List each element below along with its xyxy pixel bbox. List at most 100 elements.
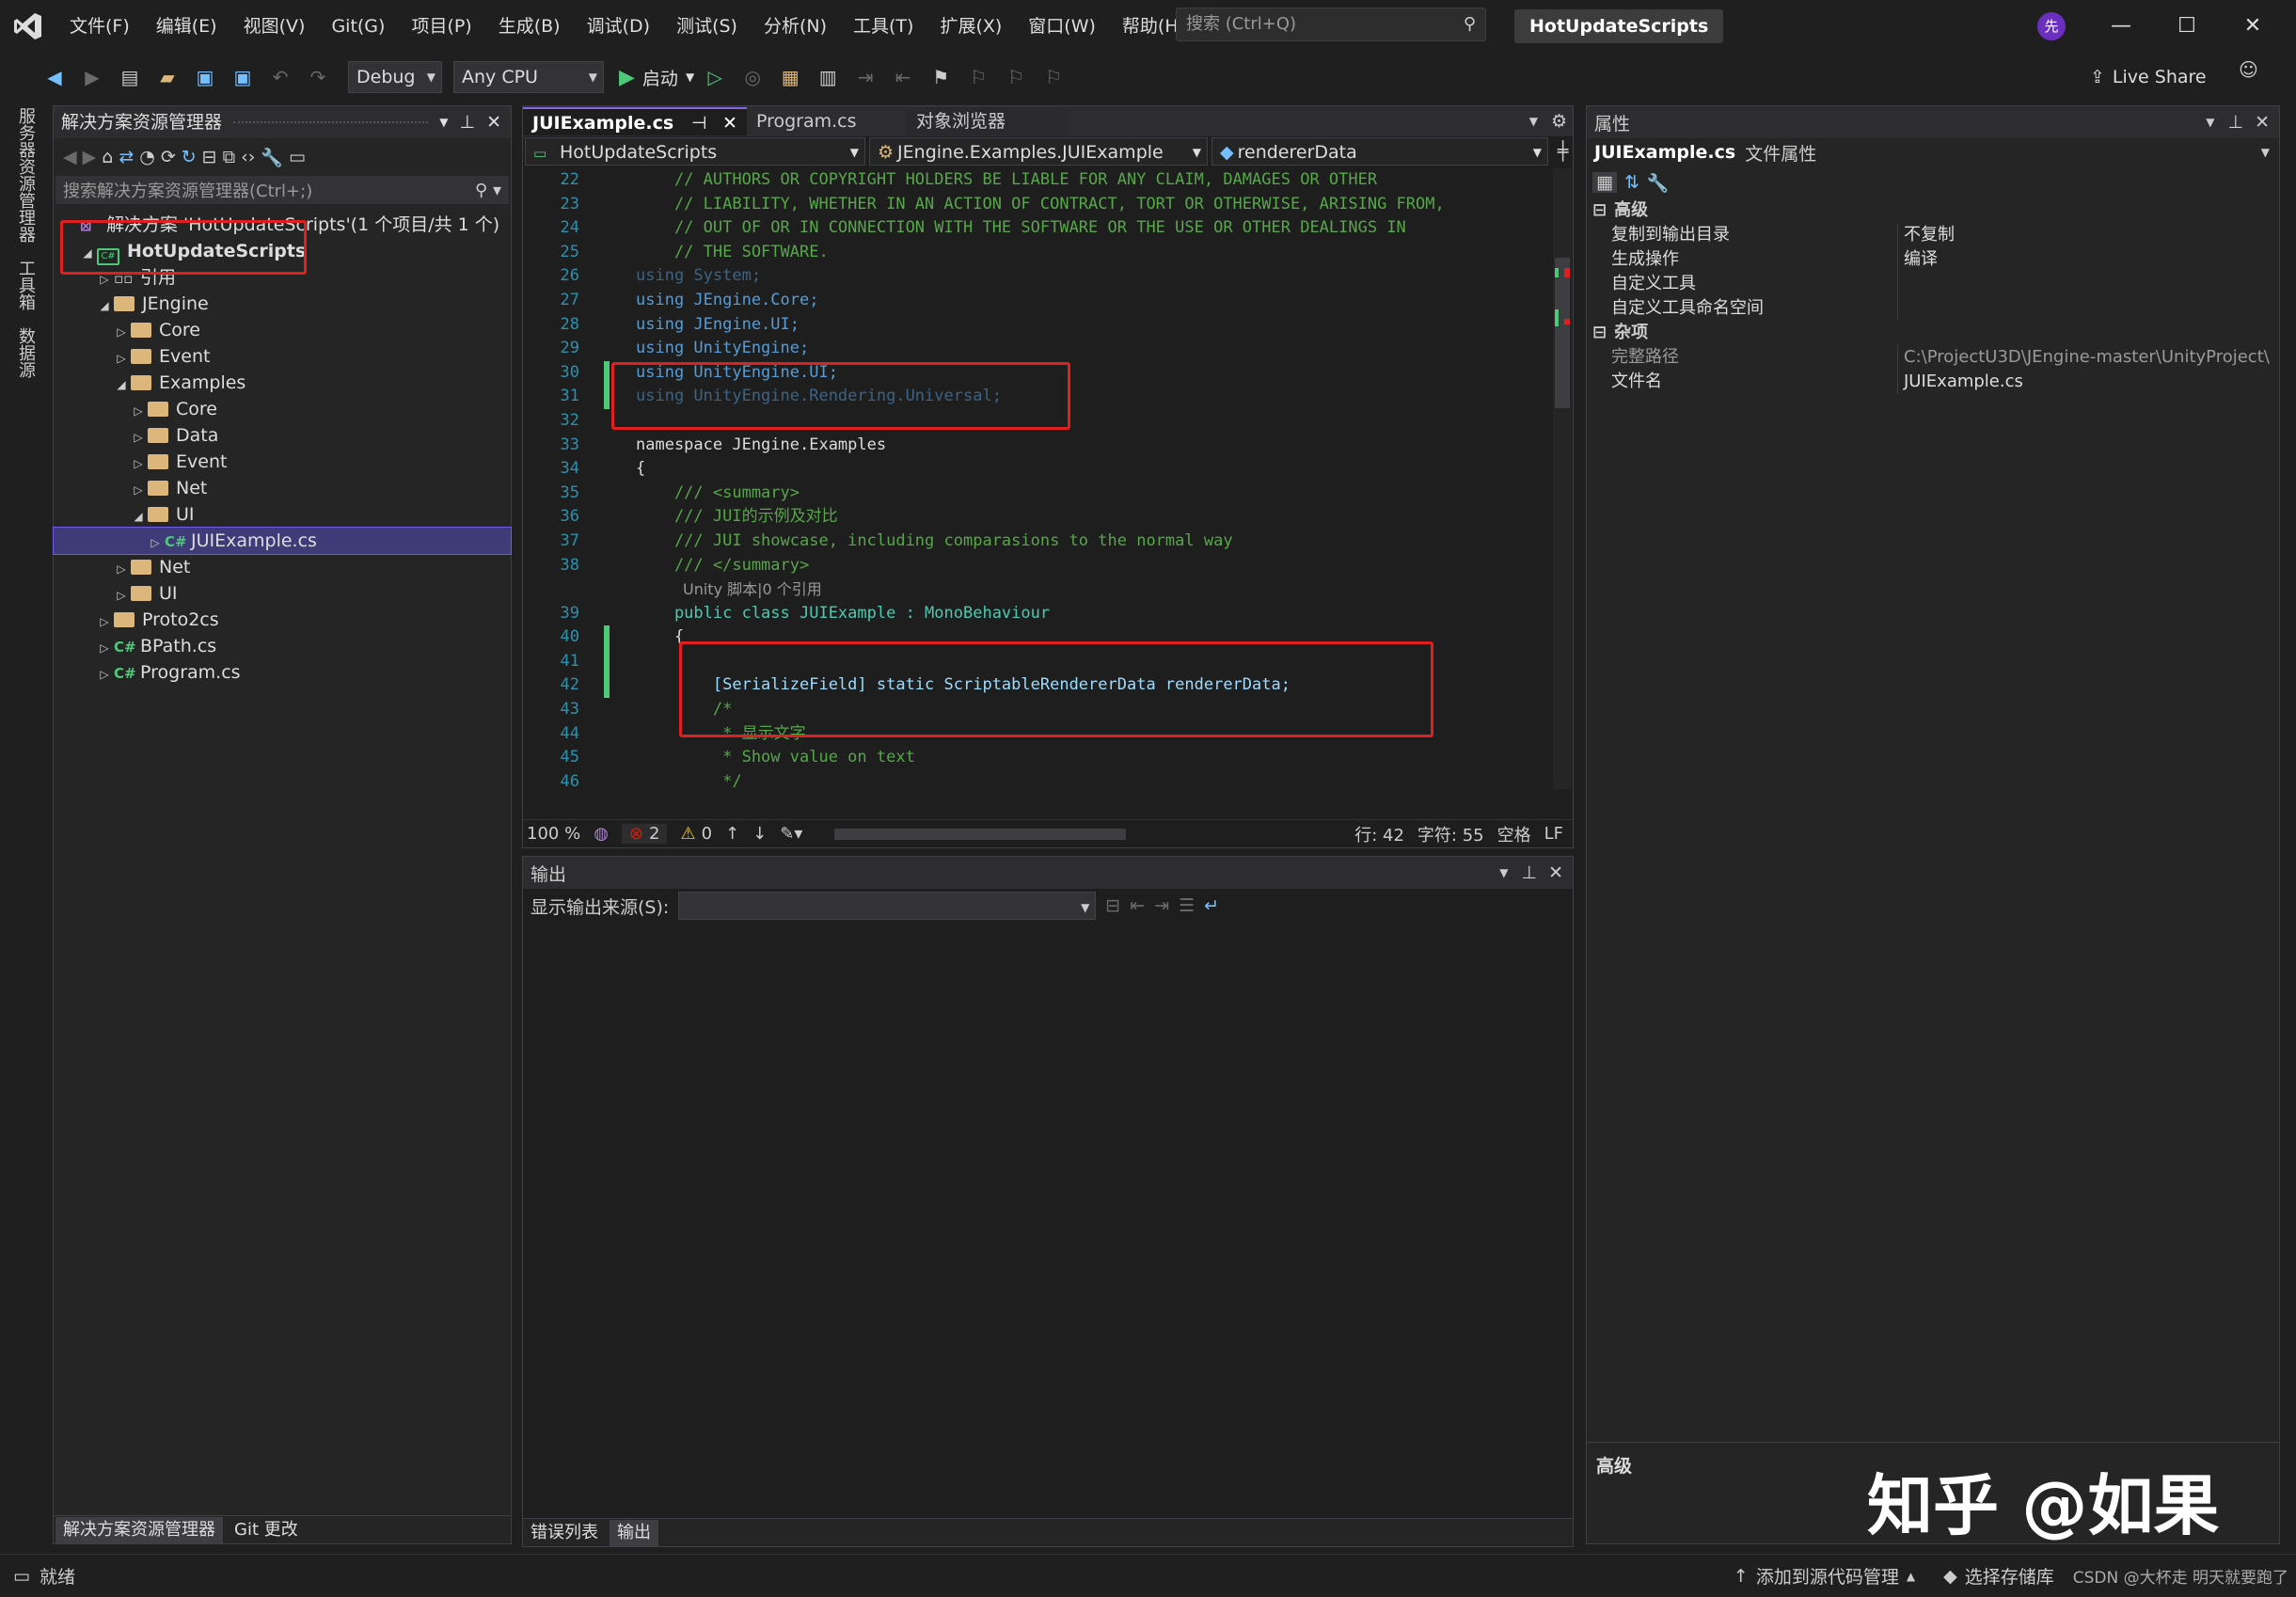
tab-overflow-icon[interactable]: ▼ xyxy=(1529,115,1538,128)
minimize-button[interactable]: — xyxy=(2088,0,2154,53)
tree-item[interactable]: ▷ UI xyxy=(54,580,511,607)
vs-logo-icon[interactable] xyxy=(0,0,56,53)
tree-item[interactable]: ▷ Event xyxy=(54,449,511,475)
alphabetical-icon[interactable]: ⇅ xyxy=(1624,172,1639,193)
clear-all-icon[interactable]: ☰ xyxy=(1179,895,1195,916)
vertical-scrollbar[interactable] xyxy=(1553,168,1572,789)
indent-icon[interactable]: ⇥ xyxy=(848,60,882,94)
close-panel-icon[interactable]: ✕ xyxy=(1548,862,1563,883)
next-message-icon[interactable]: ⇥ xyxy=(1154,895,1169,916)
start-button[interactable]: ▶ 启动 ▼ xyxy=(619,65,694,90)
code-line[interactable]: 38 /// </summary> xyxy=(523,554,1573,578)
code-line[interactable]: 26 using System; xyxy=(523,264,1573,289)
collapsed-icon[interactable]: ▷ xyxy=(95,661,114,688)
property-pages-icon[interactable]: 🔧 xyxy=(1647,172,1670,194)
prev-message-icon[interactable]: ⇤ xyxy=(1130,895,1145,916)
dropdown-icon[interactable]: ▼ xyxy=(2206,116,2214,129)
close-tab-icon[interactable]: ✕ xyxy=(722,113,737,134)
member-nav-select[interactable]: ◆ rendererData ▼ xyxy=(1211,137,1548,166)
live-share-button[interactable]: ⇪ Live Share xyxy=(2090,56,2207,98)
switch-view-icon[interactable]: ⇄ xyxy=(119,147,134,167)
property-row[interactable]: 自定义工具 xyxy=(1587,272,2279,296)
property-value[interactable] xyxy=(1897,296,2279,321)
whitespace-indicator[interactable]: 空格 xyxy=(1497,822,1531,846)
back-icon[interactable]: ◀ xyxy=(38,60,71,94)
tree-item[interactable]: ▷ C# JUIExample.cs xyxy=(53,527,512,555)
categorized-icon[interactable]: ▦ xyxy=(1592,172,1617,193)
platform-select[interactable]: Any CPU ▼ xyxy=(453,61,604,93)
collapsed-icon[interactable]: ▷ xyxy=(129,477,148,503)
pending-changes-icon[interactable]: ◔ xyxy=(139,147,155,167)
tab-juiexample[interactable]: JUIExample.cs ⊣ ✕ xyxy=(523,107,747,135)
search-input[interactable]: 搜索 (Ctrl+Q) ⚲ xyxy=(1176,8,1486,41)
refresh-icon[interactable]: ↻ xyxy=(182,147,197,167)
menu-item-2[interactable]: 视图(V) xyxy=(230,0,319,53)
collapsed-icon[interactable]: ▷ xyxy=(95,609,114,635)
save-all-icon[interactable]: ▣ xyxy=(226,60,260,94)
tree-item[interactable]: ▷ Net xyxy=(54,554,511,580)
property-category[interactable]: ⊟ 杂项 xyxy=(1587,321,2279,345)
hscroll[interactable] xyxy=(834,828,1127,840)
project-nav-select[interactable]: ▭ HotUpdateScripts ▼ xyxy=(525,137,865,166)
layout-icon[interactable]: ▥ xyxy=(811,60,845,94)
split-icon[interactable]: ╪ xyxy=(1558,141,1568,162)
collapsed-icon[interactable]: ▷ xyxy=(112,345,131,372)
menu-item-4[interactable]: 项目(P) xyxy=(398,0,484,53)
property-value[interactable]: C:\ProjectU3D\JEngine-master\UnityProjec… xyxy=(1897,345,2279,370)
line-indicator[interactable]: 行: 42 xyxy=(1354,822,1404,846)
properties-icon[interactable]: 🔧 xyxy=(261,147,283,168)
tree-item[interactable]: ▷ C# Program.cs xyxy=(54,659,511,686)
tree-item[interactable]: ▷ Proto2cs xyxy=(54,607,511,633)
notification-icon[interactable]: ▭ xyxy=(13,1566,30,1587)
codelens-hint[interactable]: Unity 脚本|0 个引用 xyxy=(523,577,1573,602)
dropdown-icon[interactable]: ▼ xyxy=(439,106,448,138)
errors-indicator[interactable]: ⊗ 2 xyxy=(621,824,668,844)
close-button[interactable]: ✕ xyxy=(2220,0,2286,53)
property-row[interactable]: 自定义工具命名空间 xyxy=(1587,296,2279,321)
collapse-icon[interactable]: ⊟ xyxy=(1592,321,1607,345)
collapsed-icon[interactable]: ▷ xyxy=(112,582,131,609)
add-to-source-control-button[interactable]: ↑ 添加到源代码管理 ▲ xyxy=(1734,1563,1915,1589)
outdent-icon[interactable]: ⇤ xyxy=(886,60,920,94)
collapsed-icon[interactable]: ▷ xyxy=(129,451,148,477)
property-value[interactable]: JUIExample.cs xyxy=(1897,370,2279,394)
sync-icon[interactable]: ⟳ xyxy=(161,147,176,167)
warnings-indicator[interactable]: ⚠ 0 xyxy=(680,824,712,844)
solution-search-input[interactable]: 搜索解决方案资源管理器(Ctrl+;) ⚲ ▾ xyxy=(55,176,509,204)
code-line[interactable]: 36 /// JUI的示例及对比 xyxy=(523,505,1573,530)
property-value[interactable]: 不复制 xyxy=(1897,223,2279,247)
select-repo-button[interactable]: ◆ 选择存储库 xyxy=(1943,1563,2054,1589)
code-line[interactable]: 37 /// JUI showcase, including comparasi… xyxy=(523,530,1573,554)
tab-program[interactable]: Program.cs xyxy=(747,107,907,135)
code-line[interactable]: 23 // LIABILITY, WHETHER IN AN ACTION OF… xyxy=(523,193,1573,217)
code-line[interactable]: 27 using JEngine.Core; xyxy=(523,289,1573,313)
code-line[interactable]: 35 /// <summary> xyxy=(523,482,1573,506)
collapsed-icon[interactable]: ▷ xyxy=(129,398,148,424)
expanded-icon[interactable]: ◢ xyxy=(129,503,148,530)
tab-object-browser[interactable]: 对象浏览器 xyxy=(906,107,1067,135)
data-sources-tab[interactable]: 数据源 xyxy=(13,327,38,378)
tab-error-list[interactable]: 错误列表 xyxy=(523,1520,606,1546)
preview-icon[interactable]: ▭ xyxy=(289,147,306,167)
code-line[interactable]: 45 * Show value on text xyxy=(523,746,1573,770)
menu-item-1[interactable]: 编辑(E) xyxy=(143,0,230,53)
collapse-icon[interactable]: ⊟ xyxy=(1592,198,1607,223)
pin-icon[interactable]: ⊣ xyxy=(691,113,707,134)
tree-item[interactable]: ▷ Data xyxy=(54,422,511,449)
avatar[interactable]: 先 xyxy=(2037,12,2066,40)
config-select[interactable]: Debug ▼ xyxy=(348,61,442,93)
pin-icon[interactable]: ⊥ xyxy=(1522,862,1538,883)
bookmark-next-icon[interactable]: ⚐ xyxy=(999,60,1033,94)
expanded-icon[interactable]: ◢ xyxy=(95,293,114,319)
attach-icon[interactable]: ◎ xyxy=(736,60,769,94)
tab-solution-explorer[interactable]: 解决方案资源管理器 xyxy=(55,1516,223,1543)
code-line[interactable]: 24 // OUT OF OR IN CONNECTION WITH THE S… xyxy=(523,216,1573,241)
code-line[interactable]: 22 // AUTHORS OR COPYRIGHT HOLDERS BE LI… xyxy=(523,168,1573,193)
menu-item-8[interactable]: 分析(N) xyxy=(751,0,840,53)
forward-icon[interactable]: ▶ xyxy=(83,147,97,167)
next-issue-icon[interactable]: ↓ xyxy=(752,824,767,844)
expanded-icon[interactable]: ◢ xyxy=(112,372,131,398)
bookmark-icon[interactable]: ⚑ xyxy=(924,60,958,94)
pin-icon[interactable]: ⊥ xyxy=(460,106,476,138)
menu-item-7[interactable]: 测试(S) xyxy=(663,0,751,53)
